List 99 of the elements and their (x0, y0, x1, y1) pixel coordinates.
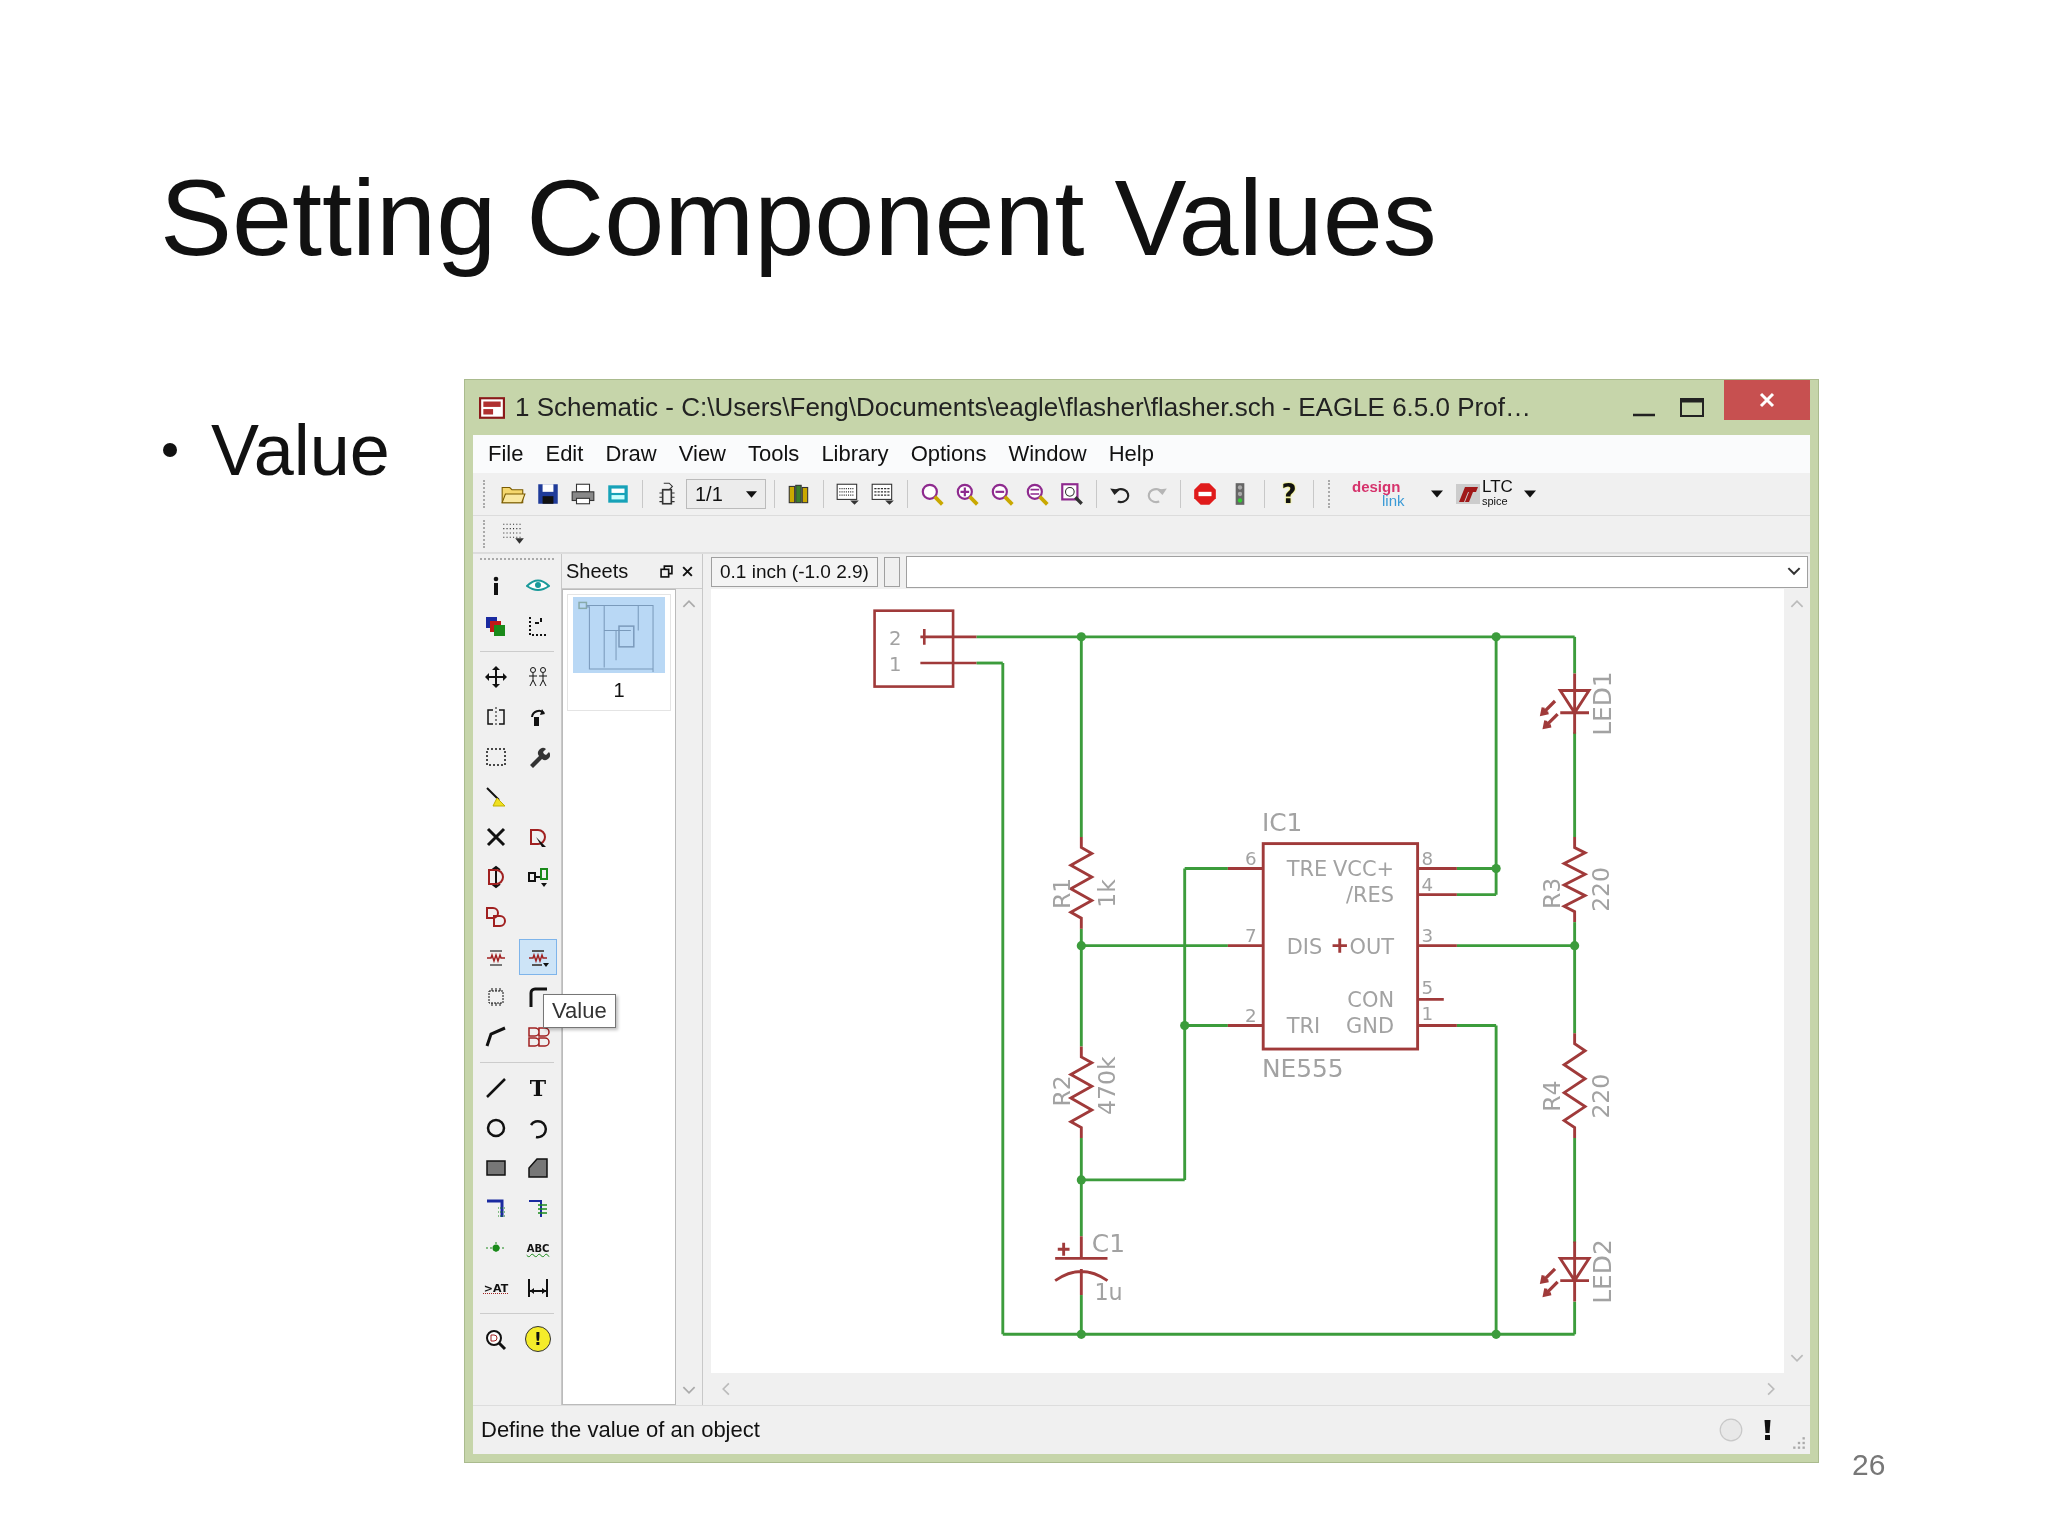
page-number: 26 (1852, 1448, 1886, 1482)
pin-name: TRI (1286, 1014, 1321, 1039)
status-message: Define the value of an object (481, 1417, 761, 1443)
line-icon[interactable] (484, 1076, 508, 1100)
junction-dot (1076, 632, 1086, 642)
part-name: C1 (1091, 1228, 1125, 1258)
coordinate-display: 0.1 inch (-1.0 2.9) (711, 556, 878, 587)
sheet-item[interactable]: 1 (567, 594, 671, 711)
logo[interactable]: LTC spice (1456, 478, 1513, 510)
errors-button[interactable]: ! (525, 1326, 551, 1352)
pin-number: 4 (1421, 873, 1434, 895)
menu-item[interactable]: Edit (534, 439, 595, 469)
dimension-icon[interactable] (526, 1276, 550, 1300)
pin-number: 1 (888, 652, 902, 676)
pin-number: 8 (1421, 847, 1434, 869)
led-symbol (1539, 672, 1592, 736)
command-field[interactable] (905, 555, 1808, 588)
pin-number: 5 (1421, 977, 1434, 999)
resize-grip-icon[interactable] (1792, 1436, 1806, 1450)
junction-dot (1491, 632, 1501, 642)
part-value: 220 (1586, 866, 1615, 912)
panel-title: Sheets (566, 559, 630, 583)
help-button[interactable]: ? (1273, 478, 1305, 510)
bullet-dot (163, 443, 177, 457)
part-name: LED2 (1588, 1239, 1618, 1304)
circle-icon[interactable] (484, 1116, 508, 1140)
pointer-icon[interactable] (484, 785, 508, 809)
junction-dot (1570, 941, 1580, 951)
junction-dot (1491, 1329, 1501, 1339)
menu-item[interactable]: View (667, 439, 737, 469)
close-button[interactable] (1724, 380, 1810, 420)
bent-line-icon[interactable] (484, 1025, 508, 1049)
part-name: R3 (1538, 877, 1567, 909)
pin-name: CON (1347, 988, 1395, 1013)
menu-item[interactable]: Help (1097, 439, 1165, 469)
junction-dot (1076, 941, 1086, 951)
caret-icon[interactable] (1787, 567, 1801, 576)
menu-item[interactable]: File (477, 439, 535, 469)
pin-number: 1 (1421, 1003, 1434, 1025)
junction-dot (1076, 1329, 1086, 1339)
selection-icon[interactable] (484, 745, 508, 769)
part-value: 220 (1586, 1073, 1615, 1119)
pin-number: 2 (1244, 1004, 1257, 1026)
part-value: 470k (1093, 1056, 1122, 1115)
tooltip: Value (543, 994, 616, 1028)
cross-icon[interactable] (484, 825, 508, 849)
menu-item[interactable]: Draw (594, 439, 668, 469)
text-button[interactable]: T (519, 1070, 557, 1106)
pin-number: 7 (1244, 924, 1257, 946)
part-value: 1u (1094, 1279, 1123, 1306)
pin-number: 2 (888, 626, 902, 650)
gates-icon[interactable] (484, 905, 508, 929)
junction-dot (1076, 1175, 1086, 1185)
part-name: R4 (1538, 1080, 1567, 1112)
pin-name: GND (1346, 1014, 1395, 1039)
caret-icon[interactable] (746, 490, 757, 498)
menu-item[interactable]: Library (810, 439, 900, 469)
replace-icon[interactable] (526, 865, 550, 889)
logo-mark[interactable] (1456, 484, 1480, 504)
part-name: R1 (1047, 877, 1076, 909)
input-field[interactable] (883, 556, 900, 587)
pin-name: VCC+ (1333, 857, 1395, 882)
pin-name: DIS (1286, 934, 1323, 959)
window-title: 1 Schematic - C:\Users\Feng\Documents\eagle\flasher\flasher.sch - EAGLE 6.5.0 Prof… (515, 392, 1532, 423)
part-name: IC1 (1261, 807, 1303, 837)
part-value: 1k (1093, 879, 1122, 908)
close-icon[interactable] (681, 564, 694, 578)
gates-icon[interactable] (526, 1025, 550, 1049)
part-name: R2 (1047, 1075, 1076, 1107)
pin-name: OUT (1349, 934, 1395, 959)
pin-number: 3 (1421, 924, 1434, 946)
label-button[interactable]: ABC (519, 1230, 557, 1266)
zoom-select[interactable]: 1/1 (686, 479, 766, 509)
polygon-icon[interactable] (526, 1156, 550, 1180)
restore-icon[interactable] (660, 564, 673, 578)
exclamation-icon[interactable] (1763, 1419, 1772, 1441)
layers-icon[interactable] (484, 614, 508, 638)
status-light-icon (1719, 1418, 1743, 1442)
junction-dot (1491, 863, 1501, 874)
magnifier-icon[interactable] (484, 1327, 508, 1351)
logo[interactable]: design link (1352, 478, 1420, 510)
bullet-text: Value (211, 409, 390, 491)
figures-icon[interactable] (526, 665, 550, 689)
resistor-value-button[interactable] (519, 939, 557, 975)
menu-item[interactable]: Tools (737, 439, 811, 469)
attribute-button[interactable]: >AT (477, 1270, 515, 1306)
move-icon[interactable] (484, 665, 508, 689)
part-value: NE555 (1261, 1053, 1344, 1083)
caret-icon[interactable] (1431, 490, 1443, 498)
pin-name: /RES (1345, 883, 1395, 908)
part-name: LED1 (1588, 671, 1618, 736)
menu-item[interactable]: Window (997, 439, 1098, 469)
menu-item[interactable]: Options (899, 439, 998, 469)
junction-dot (1180, 1020, 1190, 1031)
pin-name: TRE (1286, 857, 1328, 882)
pin-number: 6 (1244, 847, 1257, 869)
led-symbol (1539, 1239, 1592, 1304)
caret-icon[interactable] (1523, 490, 1536, 498)
app-icon (479, 396, 505, 419)
